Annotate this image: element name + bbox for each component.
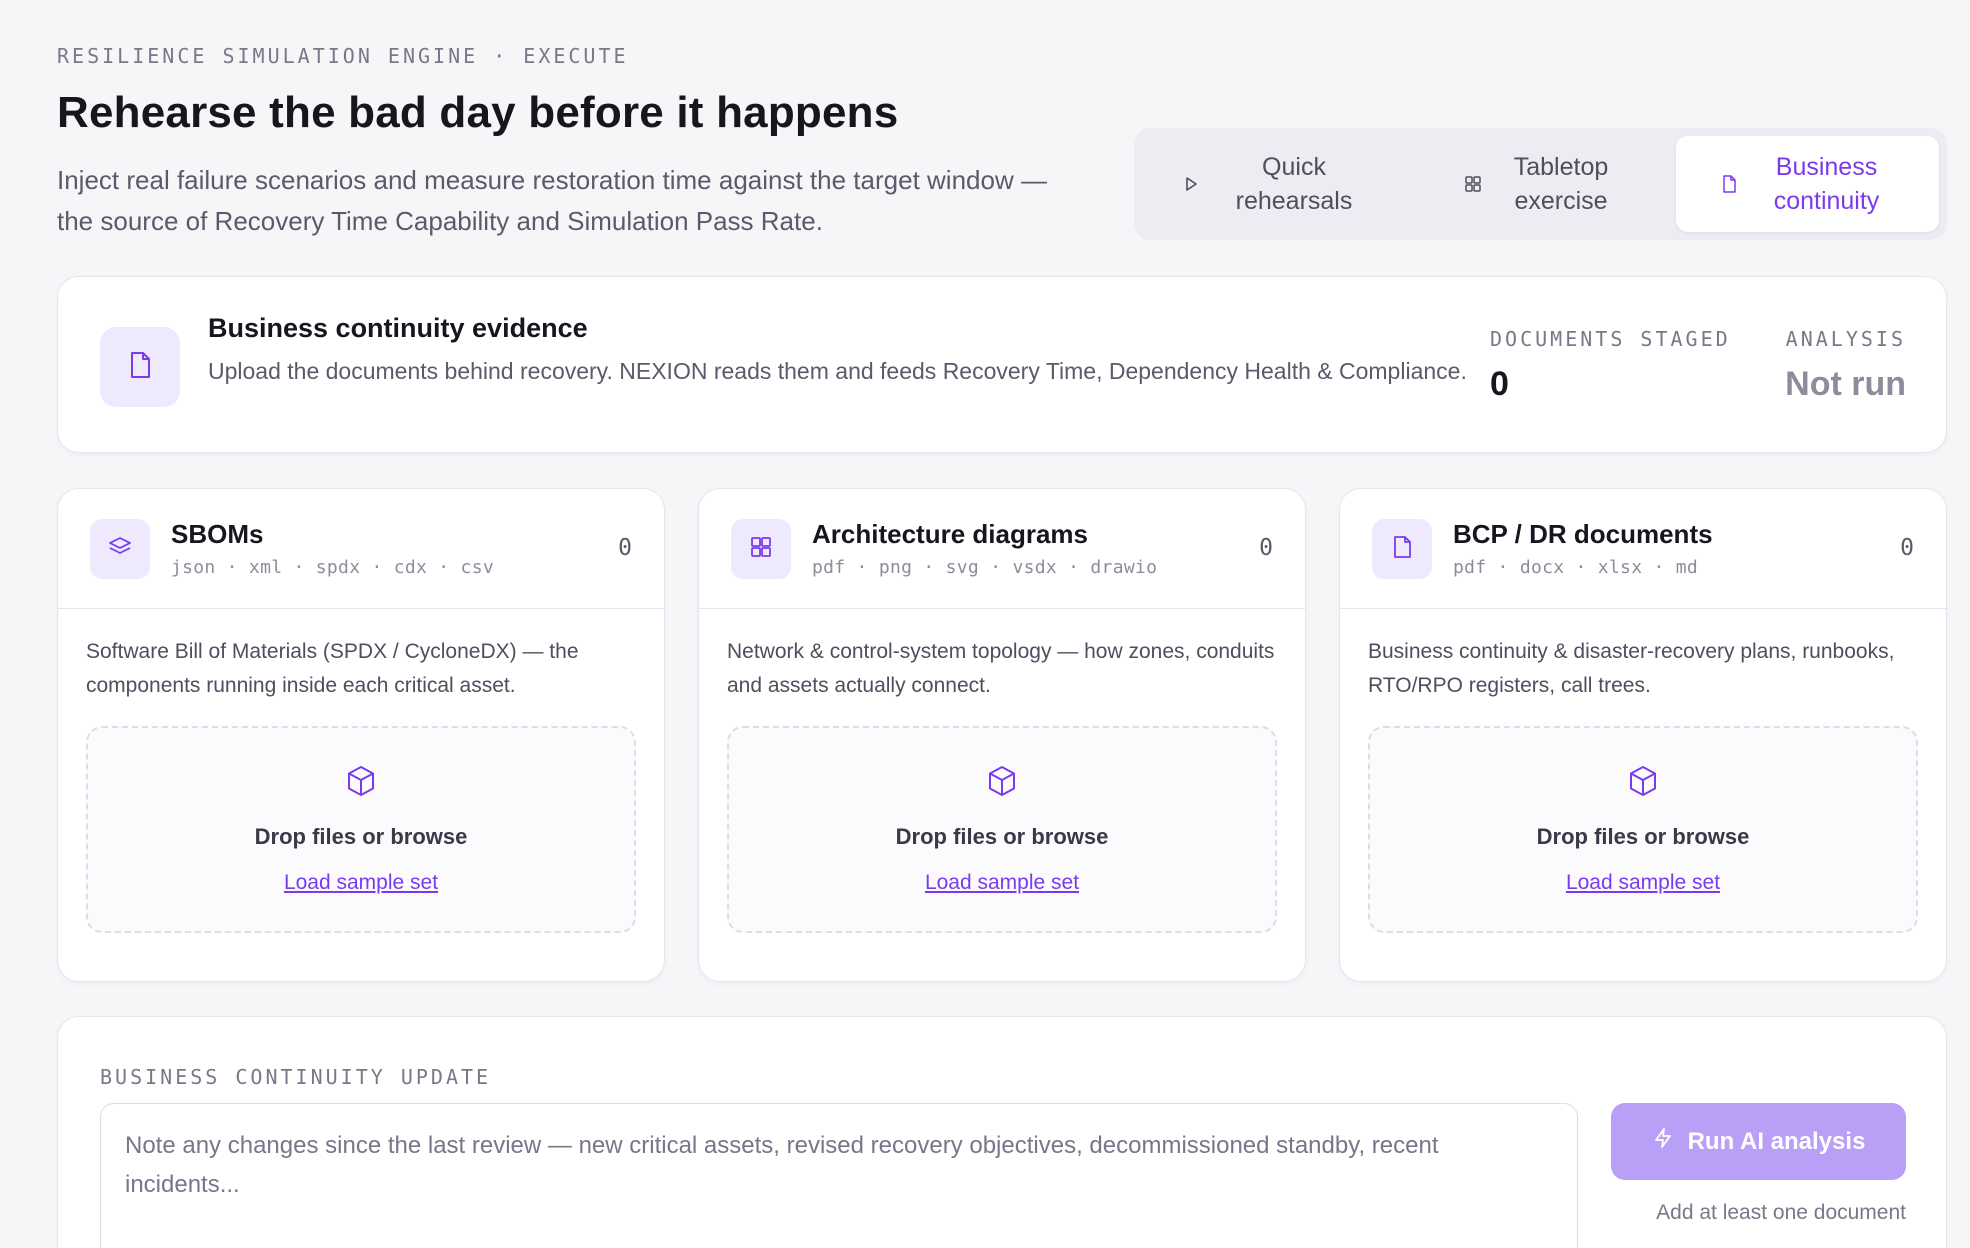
grid-icon bbox=[748, 534, 774, 565]
upload-card-header: Architecture diagrams pdf · png · svg · … bbox=[699, 489, 1305, 609]
layers-icon bbox=[107, 534, 133, 565]
play-icon bbox=[1181, 174, 1201, 194]
load-sample-set-link[interactable]: Load sample set bbox=[1370, 871, 1916, 895]
file-drop-zone[interactable]: Drop files or browse Load sample set bbox=[86, 726, 636, 933]
box-icon bbox=[344, 764, 378, 798]
load-sample-set-link[interactable]: Load sample set bbox=[729, 871, 1275, 895]
update-card: BUSINESS CONTINUITY UPDATE Run AI analys… bbox=[57, 1016, 1947, 1248]
upload-formats: json · xml · spdx · cdx · csv bbox=[171, 557, 494, 578]
document-icon bbox=[1389, 534, 1415, 565]
upload-title: Architecture diagrams bbox=[812, 519, 1088, 549]
upload-count: 0 bbox=[618, 535, 632, 561]
update-notes-textarea[interactable] bbox=[100, 1103, 1578, 1248]
document-icon bbox=[125, 350, 155, 385]
tab-label: Quick rehearsals bbox=[1235, 153, 1353, 215]
upload-icon-tile bbox=[90, 519, 150, 579]
run-ai-analysis-label: Run AI analysis bbox=[1687, 1127, 1866, 1155]
upload-title: BCP / DR documents bbox=[1453, 519, 1713, 549]
run-ai-analysis-button[interactable]: Run AI analysis bbox=[1611, 1103, 1906, 1180]
file-drop-zone[interactable]: Drop files or browse Load sample set bbox=[1368, 726, 1918, 933]
documents-staged-value: 0 bbox=[1490, 365, 1509, 403]
drop-files-text: Drop files or browse bbox=[895, 824, 1109, 849]
upload-icon-tile bbox=[1372, 519, 1432, 579]
upload-card-architecture-diagrams: Architecture diagrams pdf · png · svg · … bbox=[698, 488, 1306, 982]
upload-description: Business continuity & disaster-recovery … bbox=[1368, 640, 1895, 697]
page-title: Rehearse the bad day before it happens bbox=[57, 88, 899, 137]
tab-label: Business continuity bbox=[1773, 153, 1880, 215]
upload-formats: pdf · png · svg · vsdx · drawio bbox=[812, 557, 1158, 578]
lightning-icon bbox=[1652, 1127, 1674, 1156]
upload-card-header: SBOMs json · xml · spdx · cdx · csv 0 bbox=[58, 489, 664, 609]
page-eyebrow: RESILIENCE SIMULATION ENGINE · EXECUTE bbox=[57, 44, 629, 68]
upload-description: Software Bill of Materials (SPDX / Cyclo… bbox=[86, 640, 579, 697]
documents-staged-label: DOCUMENTS STAGED bbox=[1490, 327, 1731, 351]
run-hint: Add at least one document bbox=[1656, 1201, 1906, 1224]
upload-formats: pdf · docx · xlsx · md bbox=[1453, 557, 1699, 578]
evidence-title: Business continuity evidence bbox=[208, 313, 588, 343]
box-icon bbox=[985, 764, 1019, 798]
evidence-description: Upload the documents behind recovery. NE… bbox=[208, 358, 1467, 384]
box-icon bbox=[1626, 764, 1660, 798]
upload-card-sboms: SBOMs json · xml · spdx · cdx · csv 0 So… bbox=[57, 488, 665, 982]
upload-card-header: BCP / DR documents pdf · docx · xlsx · m… bbox=[1340, 489, 1946, 609]
tab-label: Tabletop exercise bbox=[1513, 153, 1609, 215]
upload-count: 0 bbox=[1900, 535, 1914, 561]
tab-quick-rehearsals[interactable]: Quick rehearsals bbox=[1142, 136, 1408, 232]
analysis-status: Not run bbox=[1785, 365, 1906, 403]
load-sample-set-link[interactable]: Load sample set bbox=[88, 871, 634, 895]
upload-card-bcp-dr-documents: BCP / DR documents pdf · docx · xlsx · m… bbox=[1339, 488, 1947, 982]
upload-count: 0 bbox=[1259, 535, 1273, 561]
tab-tabletop-exercise[interactable]: Tabletop exercise bbox=[1408, 136, 1676, 232]
drop-files-text: Drop files or browse bbox=[254, 824, 468, 849]
evidence-icon-tile bbox=[100, 327, 180, 407]
file-drop-zone[interactable]: Drop files or browse Load sample set bbox=[727, 726, 1277, 933]
mode-tabs: Quick rehearsals Tabletop exercise Busin… bbox=[1134, 128, 1947, 240]
grid-icon bbox=[1463, 174, 1483, 194]
upload-title: SBOMs bbox=[171, 519, 264, 549]
drop-files-text: Drop files or browse bbox=[1536, 824, 1750, 849]
evidence-card: Business continuity evidence Upload the … bbox=[57, 276, 1947, 453]
page-subtitle: Inject real failure scenarios and measur… bbox=[57, 165, 1047, 236]
document-icon bbox=[1719, 174, 1739, 194]
analysis-label: ANALYSIS bbox=[1785, 327, 1906, 351]
upload-icon-tile bbox=[731, 519, 791, 579]
tab-business-continuity[interactable]: Business continuity bbox=[1676, 136, 1939, 232]
update-label: BUSINESS CONTINUITY UPDATE bbox=[100, 1065, 492, 1089]
upload-description: Network & control-system topology — how … bbox=[727, 640, 1275, 697]
